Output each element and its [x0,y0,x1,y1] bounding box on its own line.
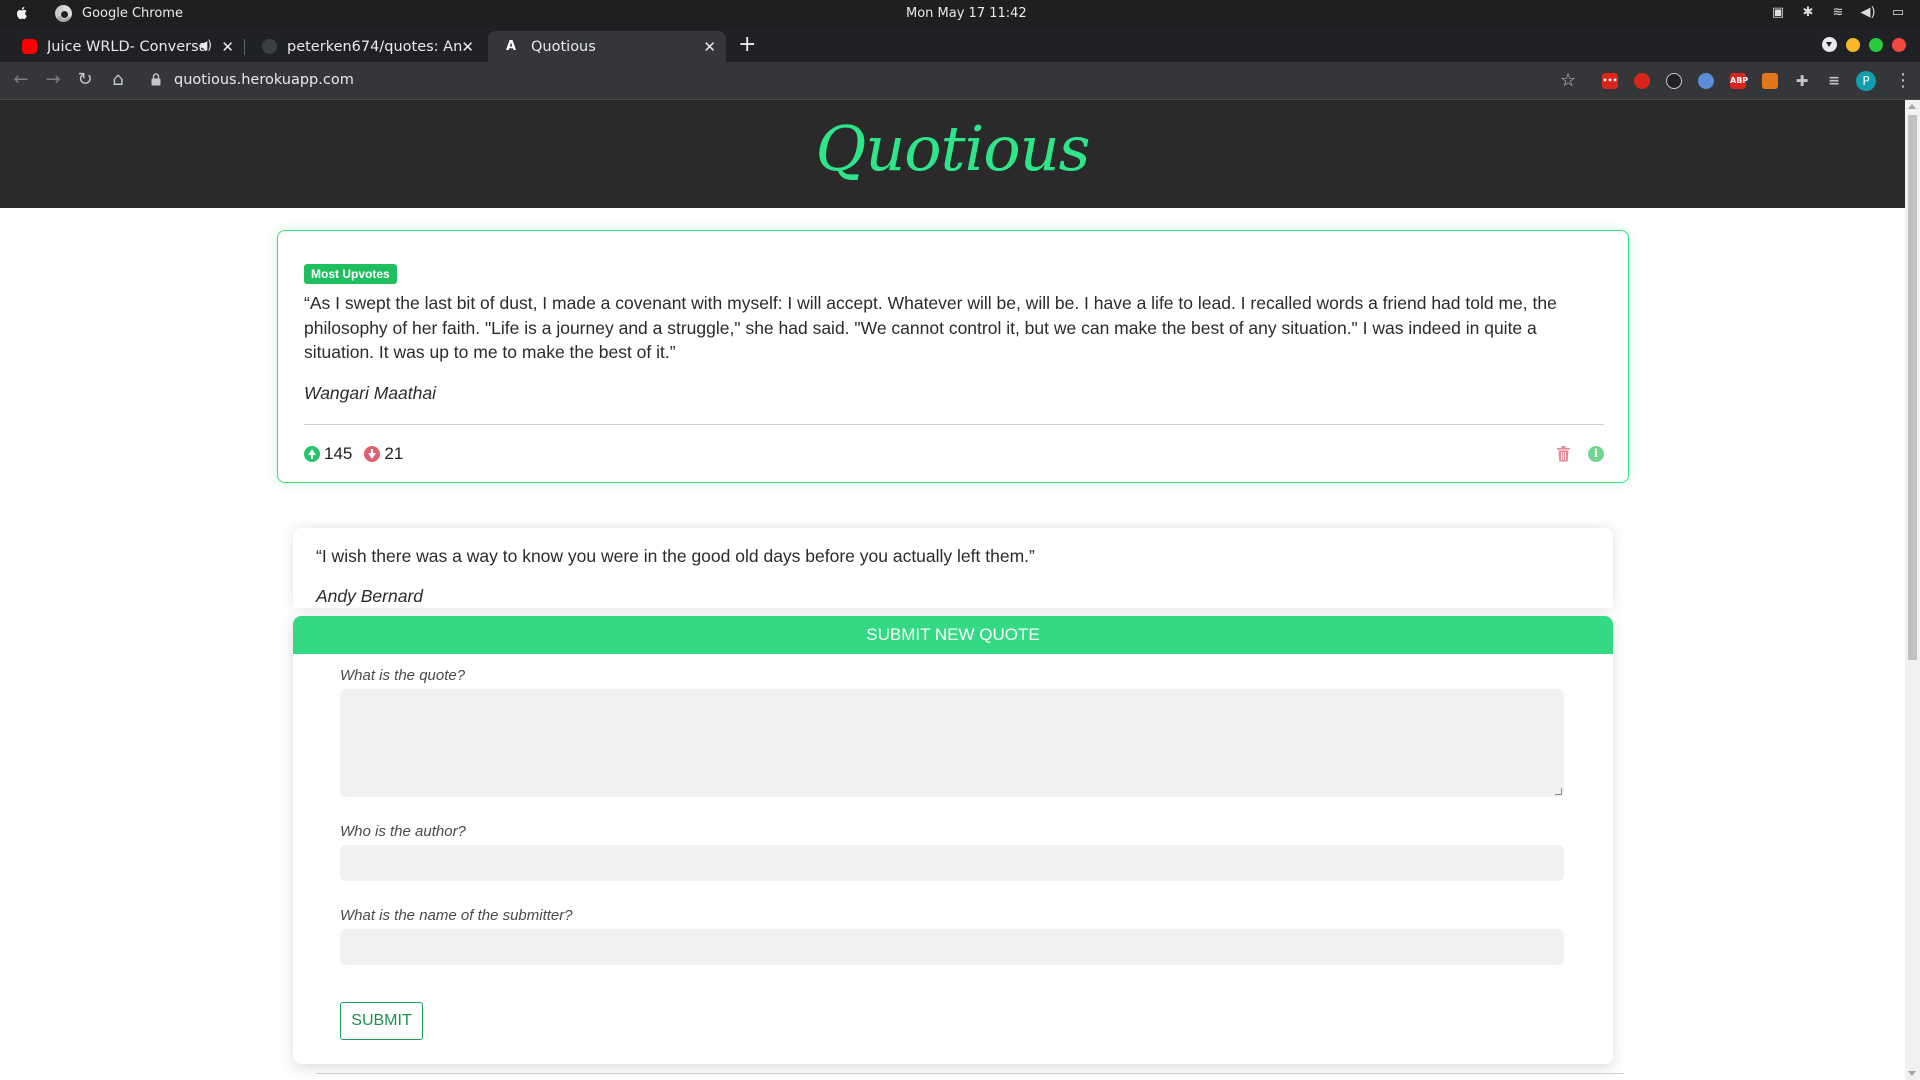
volume-icon[interactable]: ◀) [1860,5,1876,21]
address-bar[interactable]: quotious.herokuapp.com [174,72,354,88]
tab-search-icon[interactable] [1822,37,1837,52]
submit-button[interactable]: SUBMIT [340,1002,423,1040]
close-tab-icon[interactable]: ✕ [221,38,234,56]
maximize-button[interactable] [1869,37,1883,52]
extension-search-icon[interactable] [1666,73,1682,89]
scrollbar-thumb[interactable] [1908,115,1917,660]
close-window-button[interactable] [1892,37,1906,52]
quote-text: “As I swept the last bit of dust, I made… [304,293,1557,362]
battery-icon[interactable]: ▭ [1890,5,1906,21]
speaker-icon[interactable]: ◀) [198,38,212,52]
slack-icon[interactable]: ✱ [1800,5,1816,21]
upvote-icon[interactable] [304,446,320,462]
wifi-icon[interactable]: ≋ [1830,5,1846,21]
minimize-button[interactable] [1846,37,1860,52]
featured-quote-card: Most Upvotes “As I swept the last bit of… [277,230,1629,483]
resize-handle[interactable] [1555,788,1562,795]
forward-button[interactable]: → [42,70,64,90]
bookmark-star-icon[interactable]: ☆ [1560,70,1576,91]
youtube-icon [22,39,37,54]
quote-card: “I wish there was a way to know you were… [293,528,1613,608]
app-menu-name[interactable]: Google Chrome [82,6,183,21]
browser-toolbar: ← → ↻ ⌂ quotious.herokuapp.com ☆ ••• ABP… [0,62,1920,100]
page-content: Quotious Most Upvotes “As I swept the la… [0,100,1905,1080]
quote-field-label: What is the quote? [340,667,466,684]
os-top-bar: Google Chrome Mon May 17 11:42 ▣ ✱ ≋ ◀) … [0,0,1920,27]
submitter-field-label: What is the name of the submitter? [340,907,573,924]
most-upvotes-badge: Most Upvotes [304,264,397,284]
quote-textarea[interactable] [340,689,1564,797]
tab-github[interactable]: peterken674/quotes: An a ✕ [244,31,484,62]
lock-icon[interactable] [151,73,161,86]
media-control-icon[interactable]: ≡ [1826,73,1842,89]
author-input[interactable] [340,845,1564,881]
quotious-favicon-icon: A [506,39,517,54]
form-title: SUBMIT NEW QUOTE [293,616,1613,654]
vote-controls: 145 21 [304,444,403,464]
tab-title: Quotious [531,38,596,55]
system-tray: ▣ ✱ ≋ ◀) ▭ [1770,5,1906,21]
clock[interactable]: Mon May 17 11:42 [906,6,1027,21]
extension-red-icon[interactable] [1634,73,1650,89]
window-controls [1822,37,1906,52]
info-icon[interactable]: i [1588,446,1604,462]
trash-icon[interactable] [1557,446,1570,462]
extensions-puzzle-icon[interactable]: ✚ [1794,73,1810,89]
home-button[interactable]: ⌂ [107,70,129,90]
metamask-icon[interactable] [1762,73,1778,89]
quote-text: “I wish there was a way to know you were… [316,546,1035,566]
chrome-icon [55,5,72,22]
apple-icon[interactable] [14,5,30,21]
downvote-count: 21 [384,444,404,463]
tab-quotious[interactable]: A Quotious ✕ [488,31,726,62]
submitter-input[interactable] [340,929,1564,965]
close-tab-icon[interactable]: ✕ [703,38,716,56]
downvote-icon[interactable] [364,446,381,462]
github-icon [262,39,277,54]
reload-button[interactable]: ↻ [74,70,96,90]
back-button[interactable]: ← [10,70,32,90]
quote-author: Andy Bernard [316,586,424,606]
site-logo[interactable]: Quotious [0,112,1905,185]
adblock-icon[interactable]: ABP [1730,73,1748,89]
submit-quote-form: SUBMIT NEW QUOTE What is the quote? Who … [293,616,1613,1064]
screen-icon[interactable]: ▣ [1770,5,1786,21]
extension-face-icon[interactable] [1698,73,1714,89]
scroll-down-arrow-icon[interactable] [1908,1071,1916,1076]
page-scrollbar[interactable] [1905,100,1920,1080]
author-field-label: Who is the author? [340,823,466,840]
chrome-menu-icon[interactable]: ⋮ [1894,70,1912,91]
profile-avatar[interactable]: P [1856,71,1876,91]
extension-lastpass-icon[interactable]: ••• [1602,73,1618,89]
upvote-count: 145 [324,444,353,463]
tab-title: peterken674/quotes: An a [287,38,467,55]
new-tab-button[interactable]: + [738,34,756,56]
tab-strip: Juice WRLD- Conversat ◀) ✕ peterken674/q… [0,27,1920,62]
tab-youtube[interactable]: Juice WRLD- Conversat ◀) ✕ [4,31,245,62]
scroll-up-arrow-icon[interactable] [1908,104,1916,109]
close-tab-icon[interactable]: ✕ [461,38,474,56]
tab-title: Juice WRLD- Conversat [47,38,207,55]
divider [316,1073,1624,1074]
site-header: Quotious [0,100,1905,208]
divider [304,424,1604,425]
quote-author: Wangari Maathai [304,383,436,403]
